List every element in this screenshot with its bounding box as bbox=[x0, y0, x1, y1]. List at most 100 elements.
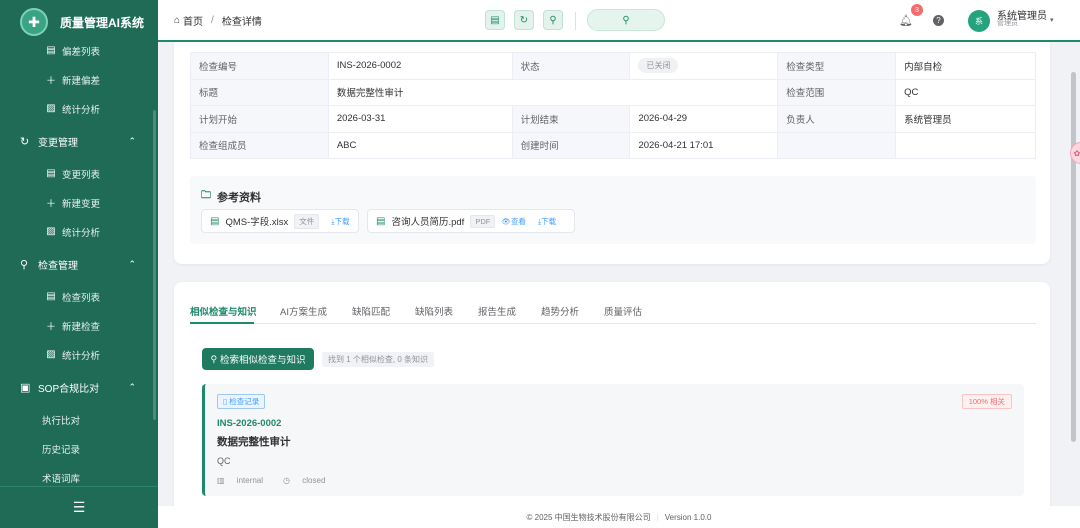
topbar: ⌂ 首页 / 检查详情 ▤ ↻ ⚲ ⚲ 🔔︎ 3 ? 系 系统管理员 管理员 ▾ bbox=[158, 0, 1080, 42]
info-label: 检查组成员 bbox=[190, 131, 329, 159]
list-icon: ▤ bbox=[46, 168, 56, 179]
sidebar-item[interactable]: ▨ 统计分析 bbox=[0, 217, 158, 246]
result-meta: ▥ internal ◷ closed bbox=[217, 476, 345, 485]
sidebar-item-label: 统计分析 bbox=[62, 350, 101, 362]
user-menu[interactable]: 系统管理员 管理员 bbox=[997, 12, 1047, 28]
tab-defect-match[interactable]: 缺陷匹配 bbox=[352, 304, 390, 318]
sparkle-icon: ✿ bbox=[1073, 148, 1080, 158]
sidebar-item[interactable]: ▨ 统计分析 bbox=[0, 340, 158, 369]
sidebar-item-label: 术语词库 bbox=[42, 473, 81, 485]
document-button[interactable]: ▤ bbox=[485, 10, 505, 30]
sidebar-item-label: 历史记录 bbox=[42, 444, 81, 456]
result-status: ◷ closed bbox=[283, 476, 335, 485]
document-icon: ▣ bbox=[20, 381, 31, 394]
info-value: 2026-04-21 17:01 bbox=[629, 131, 779, 159]
info-row: 标题 数据完整性审计 检查范围 QC bbox=[190, 78, 1036, 106]
info-status-cell: 已关闭 bbox=[629, 52, 779, 80]
sidebar-item-label: 新建检查 bbox=[62, 321, 101, 333]
chevron-down-icon[interactable]: ▾ bbox=[1050, 16, 1054, 24]
chevron-up-icon: ⌃ bbox=[128, 258, 136, 269]
info-label: 标题 bbox=[190, 78, 329, 106]
sidebar-item[interactable]: 执行比对 bbox=[0, 405, 158, 434]
info-value: 数据完整性审计 bbox=[327, 78, 779, 106]
sidebar-item[interactable]: ▨ 统计分析 bbox=[0, 94, 158, 123]
sidebar-item[interactable]: 历史记录 bbox=[0, 434, 158, 463]
sidebar-item-label: 偏差列表 bbox=[62, 46, 101, 58]
page-footer: © 2025 中国生物技术股份有限公司 | Version 1.0.0 bbox=[158, 506, 1080, 528]
search-button[interactable]: ⚲ bbox=[543, 10, 563, 30]
sidebar-item[interactable]: ＋ 新建偏差 bbox=[0, 65, 158, 94]
info-value: ABC bbox=[327, 131, 513, 159]
search-icon: ⚲ bbox=[20, 258, 29, 271]
info-row: 计划开始 2026-03-31 计划结束 2026-04-29 负责人 系统管理员 bbox=[190, 105, 1036, 133]
info-label: 负责人 bbox=[777, 105, 897, 133]
info-row: 检查组成员 ABC 创建时间 2026-04-21 17:01 bbox=[190, 131, 1036, 159]
chevron-up-icon: ⌃ bbox=[128, 135, 136, 146]
references-title-text: 参考资料 bbox=[217, 191, 261, 204]
download-link[interactable]: ⤓下载 bbox=[331, 216, 349, 227]
file-name[interactable]: 咨询人员简历.pdf bbox=[391, 214, 464, 228]
result-scope: QC bbox=[217, 456, 231, 466]
sidebar-item-label: 新建变更 bbox=[62, 198, 101, 210]
sidebar-group[interactable]: ↻ 变更管理 ⌃ bbox=[0, 123, 158, 159]
tab-ai-plan[interactable]: AI方案生成 bbox=[280, 304, 327, 318]
sidebar-collapse-button[interactable]: ☰ bbox=[0, 486, 158, 528]
tab-defect-list[interactable]: 缺陷列表 bbox=[415, 304, 453, 318]
sidebar-item-label: 新建偏差 bbox=[62, 75, 101, 87]
tab-similar-knowledge[interactable]: 相似检查与知识 bbox=[190, 304, 257, 318]
similar-result-card[interactable]: ▯ 检查记录 100% 相关 INS-2026-0002 数据完整性审计 QC … bbox=[202, 384, 1024, 496]
download-link[interactable]: ⤓下载 bbox=[538, 216, 556, 227]
app-title: 质量管理AI系统 bbox=[60, 15, 145, 30]
info-value bbox=[895, 131, 1036, 159]
list-icon: ▤ bbox=[46, 291, 56, 302]
file-name[interactable]: QMS-字段.xlsx bbox=[225, 214, 288, 228]
sidebar-item[interactable]: ▤ 检查列表 bbox=[0, 282, 158, 311]
result-title: 数据完整性审计 bbox=[217, 436, 291, 448]
sidebar-group[interactable]: ⚲ 检查管理 ⌃ bbox=[0, 246, 158, 282]
version-text: Version 1.0.0 bbox=[664, 512, 712, 522]
plus-icon: ＋ bbox=[46, 199, 56, 210]
found-summary: 找到 1 个相似检查, 0 条知识 bbox=[322, 352, 435, 367]
sidebar-item-label: 统计分析 bbox=[62, 104, 101, 116]
info-value: 2026-03-31 bbox=[327, 105, 513, 133]
list-icon: ▤ bbox=[46, 45, 56, 56]
refresh-button[interactable]: ↻ bbox=[514, 10, 534, 30]
sidebar-item[interactable]: ▤ 变更列表 bbox=[0, 159, 158, 188]
building-icon: ▥ bbox=[217, 476, 225, 485]
breadcrumb-home[interactable]: 首页 bbox=[183, 13, 203, 28]
file-item: ▤ QMS-字段.xlsx 文件 ⤓下载 bbox=[201, 209, 359, 233]
file-item: ▤ 咨询人员简历.pdf PDF 👁查看 ⤓下载 bbox=[367, 209, 575, 233]
sidebar-item-label: 检查列表 bbox=[62, 292, 101, 304]
help-icon[interactable]: ? bbox=[933, 15, 944, 26]
sidebar-item[interactable]: ＋ 新建变更 bbox=[0, 188, 158, 217]
document-icon: ▯ bbox=[223, 397, 228, 406]
sidebar-scrollbar[interactable] bbox=[153, 110, 156, 420]
inspection-detail-card: 检查编号 INS-2026-0002 状态 已关闭 检查类型 内部自检 标题 数据完整性审计检… bbox=[174, 42, 1050, 264]
record-type-text: 检查记录 bbox=[229, 397, 260, 406]
file-icon: ▤ bbox=[210, 215, 220, 227]
sidebar-item-label: 变更列表 bbox=[62, 169, 101, 181]
tab-trend[interactable]: 趋势分析 bbox=[541, 304, 579, 318]
info-label: 检查编号 bbox=[190, 52, 329, 80]
info-label: 创建时间 bbox=[511, 131, 631, 159]
sidebar-group[interactable]: ▣ SOP合规比对 ⌃ bbox=[0, 369, 158, 405]
plus-icon: ＋ bbox=[46, 76, 56, 87]
toolbar-divider bbox=[575, 12, 576, 30]
tab-quality[interactable]: 质量评估 bbox=[604, 304, 642, 318]
info-label: 检查范围 bbox=[777, 78, 897, 106]
info-label: 检查类型 bbox=[777, 52, 897, 80]
view-link[interactable]: 👁查看 bbox=[501, 216, 526, 227]
result-id[interactable]: INS-2026-0002 bbox=[217, 418, 281, 429]
info-value: QC bbox=[895, 78, 1036, 106]
main-scrollbar[interactable] bbox=[1071, 72, 1076, 442]
sidebar-item[interactable]: ▤ 偏差列表 bbox=[0, 36, 158, 65]
avatar[interactable]: 系 bbox=[968, 10, 990, 32]
search-similar-button[interactable]: ⚲ 检索相似检查与知识 bbox=[202, 348, 314, 370]
tab-report[interactable]: 报告生成 bbox=[478, 304, 516, 318]
bell-icon[interactable]: 🔔︎ bbox=[899, 14, 913, 27]
sidebar-item[interactable]: ＋ 新建检查 bbox=[0, 311, 158, 340]
copyright-text: © 2025 中国生物技术股份有限公司 bbox=[526, 512, 651, 522]
global-search-box[interactable]: ⚲ bbox=[587, 9, 665, 31]
sidebar-item[interactable]: 术语词库 bbox=[0, 463, 158, 486]
home-icon: ⌂ bbox=[174, 14, 181, 26]
